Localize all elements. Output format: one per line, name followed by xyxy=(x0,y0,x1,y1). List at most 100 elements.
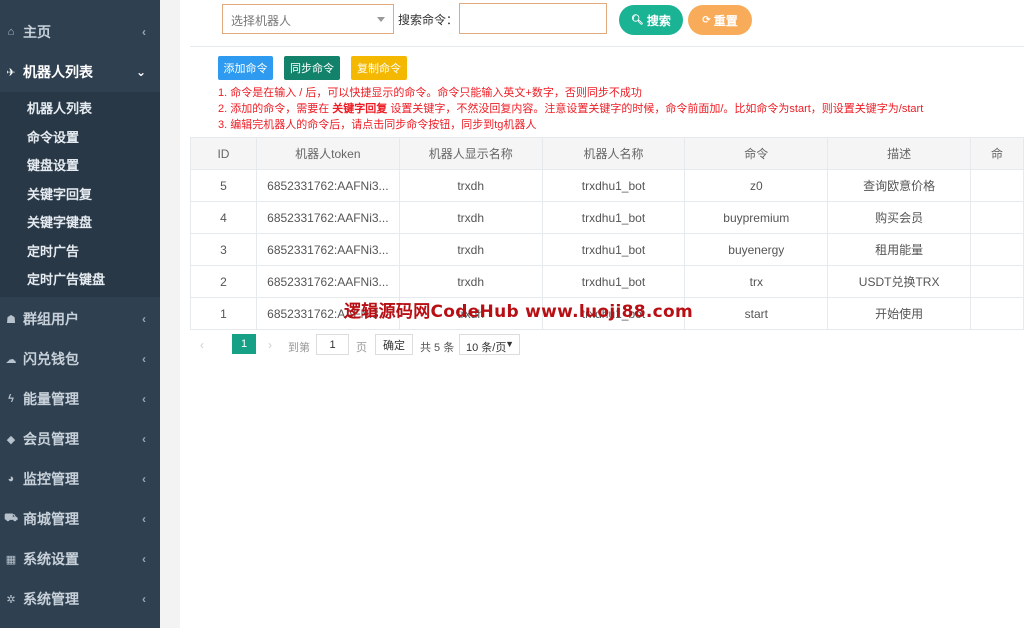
cell-command: z0 xyxy=(684,169,829,202)
bot-select-placeholder: 选择机器人 xyxy=(231,14,292,28)
current-page-button[interactable]: 1 xyxy=(232,334,256,354)
add-command-button[interactable]: 添加命令 xyxy=(218,56,273,80)
chevron-left-icon: ‹ xyxy=(142,25,146,39)
header-bot-name[interactable]: 机器人名称 xyxy=(541,137,686,170)
nav-shop[interactable]: ⛟ 商城管理 ‹ xyxy=(0,499,160,539)
table-row[interactable]: 3 6852331762:AAFNi3... trxdh trxdhu1_bot… xyxy=(190,233,1024,266)
cell-command: start xyxy=(684,297,829,330)
cell-token: 6852331762:AAFNi3... xyxy=(255,201,400,234)
cell-extra xyxy=(970,201,1024,234)
pagination: ‹ 1 › 到第 1 页 确定 共 5 条 10 条/页 ▼ xyxy=(190,328,1024,360)
total-count: 共 5 条 xyxy=(420,342,455,354)
search-label: 搜索命令： xyxy=(398,13,459,27)
chevron-down-icon: ⌄ xyxy=(135,65,146,79)
next-page-icon[interactable]: › xyxy=(268,338,272,352)
page-size-value: 10 条/页 xyxy=(466,342,507,354)
chevron-left-icon: ‹ xyxy=(142,472,146,486)
goto-page-input[interactable]: 1 xyxy=(316,334,349,355)
watermark: 逻辑源码网CodeHub www.luoji88.com xyxy=(344,302,694,322)
nav-home[interactable]: ⌂ 主页 ‹ xyxy=(0,12,160,52)
nav-system-admin[interactable]: ✲ 系统管理 ‹ xyxy=(0,579,160,619)
cell-id: 3 xyxy=(190,233,257,266)
note-2-part-c: 设置关键字，不然没回复内容。注意设置关键字的时候，命令前面加/。比如命令为sta… xyxy=(390,103,924,115)
header-id[interactable]: ID xyxy=(190,137,257,170)
submenu-keyboard-settings[interactable]: 键盘设置 xyxy=(27,155,79,174)
search-command-input[interactable] xyxy=(459,3,607,34)
submenu-scheduled-ads[interactable]: 定时广告 xyxy=(27,241,79,260)
nav-monitor[interactable]: ◕ 监控管理 ‹ xyxy=(0,459,160,499)
page-size-select[interactable]: 10 条/页 ▼ xyxy=(459,334,520,355)
nav-energy-label: 能量管理 xyxy=(23,391,79,407)
note-2: 2. 添加的命令，需要在 关键字回复 设置关键字，不然没回复内容。注意设置关键字… xyxy=(218,100,923,116)
chevron-left-icon: ‹ xyxy=(142,432,146,446)
plane-icon: ✈ xyxy=(6,66,16,79)
cell-command: buypremium xyxy=(684,201,829,234)
header-description[interactable]: 描述 xyxy=(827,137,972,170)
submenu-bot-list[interactable]: 机器人列表 xyxy=(27,98,92,117)
table-row[interactable]: 4 6852331762:AAFNi3... trxdh trxdhu1_bot… xyxy=(190,201,1024,234)
header-command[interactable]: 命令 xyxy=(684,137,829,170)
sidebar: ⌂ 主页 ‹ ✈ 机器人列表 ⌄ 机器人列表 命令设置 键盘设置 关键字回复 关… xyxy=(0,0,160,628)
cell-token: 6852331762:AAFNi3... xyxy=(255,169,400,202)
pie-icon: ◕ xyxy=(7,473,15,485)
copy-command-button[interactable]: 复制命令 xyxy=(351,56,407,80)
submenu-scheduled-ads-keyboard[interactable]: 定时广告键盘 xyxy=(27,269,105,288)
cell-command: buyenergy xyxy=(684,233,829,266)
cell-description: USDT兑换TRX xyxy=(827,265,972,298)
nav-flash-wallet-label: 闪兑钱包 xyxy=(23,351,79,367)
cell-command: trx xyxy=(684,265,829,298)
sync-command-button[interactable]: 同步命令 xyxy=(284,56,340,80)
header-bot-token[interactable]: 机器人token xyxy=(255,137,400,170)
note-2-part-a: 2. 添加的命令，需要在 xyxy=(218,103,330,115)
prev-page-icon[interactable]: ‹ xyxy=(200,338,204,352)
cell-bot-name: trxdhu1_bot xyxy=(541,201,686,234)
chevron-down-icon: ▼ xyxy=(505,339,514,349)
header-truncated[interactable]: 命 xyxy=(970,137,1024,170)
reset-button[interactable]: ⟳ 重置 xyxy=(688,5,752,35)
header-display-name[interactable]: 机器人显示名称 xyxy=(398,137,543,170)
cell-description: 开始使用 xyxy=(827,297,972,330)
cell-extra xyxy=(970,297,1024,330)
search-button-label: 搜索 xyxy=(646,13,671,28)
nav-system-admin-label: 系统管理 xyxy=(23,591,79,607)
chevron-left-icon: ‹ xyxy=(142,312,146,326)
nav-flash-wallet[interactable]: ☁ 闪兑钱包 ‹ xyxy=(0,339,160,379)
cell-token: 6852331762:AAFNi3... xyxy=(255,233,400,266)
bot-select[interactable]: 选择机器人 xyxy=(222,4,394,34)
goto-confirm-button[interactable]: 确定 xyxy=(375,334,413,355)
table-row[interactable]: 2 6852331762:AAFNi3... trxdh trxdhu1_bot… xyxy=(190,265,1024,298)
chevron-left-icon: ‹ xyxy=(142,392,146,406)
cloud-icon: ☁ xyxy=(5,353,17,366)
note-3: 3. 编辑完机器人的命令后，请点击同步命令按钮，同步到tg机器人 xyxy=(218,119,537,131)
search-button[interactable]: 🔍︎ 搜索 xyxy=(619,5,683,35)
nav-members[interactable]: ◆ 会员管理 ‹ xyxy=(0,419,160,459)
chevron-left-icon: ‹ xyxy=(142,352,146,366)
submenu-command-settings[interactable]: 命令设置 xyxy=(27,127,79,146)
cell-id: 1 xyxy=(190,297,257,330)
cell-bot-name: trxdhu1_bot xyxy=(541,169,686,202)
submenu-keyword-keyboard[interactable]: 关键字键盘 xyxy=(27,212,92,231)
nav-group-users[interactable]: ☗ 群组用户 ‹ xyxy=(0,299,160,339)
cell-description: 租用能量 xyxy=(827,233,972,266)
nav-bot-list-label: 机器人列表 xyxy=(23,64,93,80)
cell-id: 5 xyxy=(190,169,257,202)
submenu-keyword-reply[interactable]: 关键字回复 xyxy=(27,184,92,203)
nav-system-settings-label: 系统设置 xyxy=(23,551,79,567)
goto-label: 到第 xyxy=(288,342,310,354)
nav-shop-label: 商城管理 xyxy=(23,511,79,527)
cell-extra xyxy=(970,233,1024,266)
note-2-keyword-reply: 关键字回复 xyxy=(332,103,388,115)
chevron-left-icon: ‹ xyxy=(142,512,146,526)
nav-bot-list[interactable]: ✈ 机器人列表 ⌄ xyxy=(0,52,160,92)
nav-energy[interactable]: ϟ 能量管理 ‹ xyxy=(0,379,160,419)
reset-button-label: 重置 xyxy=(713,13,738,28)
gear-icon: ✲ xyxy=(6,593,16,606)
cell-description: 购买会员 xyxy=(827,201,972,234)
caret-down-icon xyxy=(377,17,385,22)
nav-system-settings[interactable]: ▦ 系统设置 ‹ xyxy=(0,539,160,579)
cell-token: 6852331762:AAFNi3... xyxy=(255,265,400,298)
cell-extra xyxy=(970,169,1024,202)
home-icon: ⌂ xyxy=(7,26,15,38)
table-row[interactable]: 5 6852331762:AAFNi3... trxdh trxdhu1_bot… xyxy=(190,169,1024,202)
cell-display-name: trxdh xyxy=(398,169,543,202)
